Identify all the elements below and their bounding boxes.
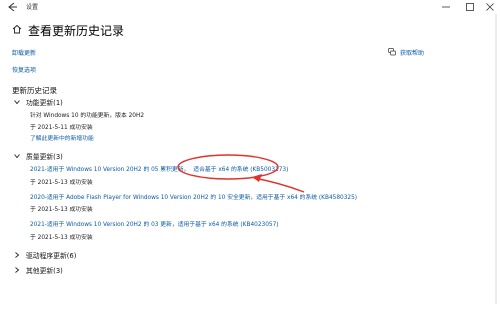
quality-update-3-status: 于 2021-5-13 成功安装	[30, 235, 93, 241]
maximize-icon[interactable]	[460, 0, 480, 14]
learn-more-link[interactable]: 了解此更新中的新增功能	[30, 133, 94, 142]
annotation-arrowhead	[252, 174, 262, 182]
quality-updates-group[interactable]: 质量更新(3)	[26, 151, 63, 161]
scrollbar-track	[495, 14, 497, 304]
quality-update-1-status: 于 2021-5-13 成功安装	[30, 180, 93, 186]
home-icon[interactable]	[12, 24, 22, 34]
quality-update-3-link[interactable]: 2021-适用于 Windows 10 Version 20H2 的 03 更新…	[30, 219, 279, 228]
uninstall-updates-link[interactable]: 卸载更新	[12, 48, 36, 57]
scrollbar[interactable]	[494, 14, 498, 304]
feature-updates-group[interactable]: 功能更新(1)	[26, 97, 63, 107]
feature-update-title: 针对 Windows 10 的功能更新，版本 20H2	[30, 113, 145, 119]
history-heading: 更新历史记录	[12, 86, 57, 95]
quality-update-1-title-b: 适合基于 x64 的系统 (KB5003173)	[193, 167, 289, 173]
quality-update-2-link[interactable]: 2020-适用于 Adobe Flash Player for Windows …	[30, 192, 357, 201]
page-title: 查看更新历史记录	[28, 24, 125, 38]
feature-update-status: 于 2021-5-11 成功安装	[30, 125, 93, 131]
get-help-label: 获取帮助	[400, 50, 425, 57]
driver-updates-group[interactable]: 驱动程序更新(6)	[26, 250, 76, 260]
chevron-down-icon[interactable]	[13, 98, 21, 106]
back-arrow-icon[interactable]	[6, 1, 18, 13]
recovery-options-link[interactable]: 恢复选项	[12, 65, 36, 74]
title-bar: 设置	[0, 0, 500, 14]
quality-update-1-link[interactable]: 2021-适用于 Windows 10 Version 20H2 的 05 累积…	[30, 164, 288, 173]
close-icon[interactable]	[480, 0, 500, 14]
chevron-right-icon[interactable]	[13, 266, 21, 274]
other-updates-group[interactable]: 其他更新(3)	[26, 265, 63, 275]
minimize-icon[interactable]	[436, 0, 456, 14]
annotation-arrow	[253, 177, 305, 193]
quality-update-2-status: 于 2021-5-13 成功安装	[30, 207, 93, 213]
app-title: 设置	[26, 4, 39, 11]
quality-update-1-title-a: 2021-适用于 Windows 10 Version 20H2 的 05 累积…	[30, 167, 190, 173]
help-chat-icon	[388, 48, 396, 56]
chevron-right-icon[interactable]	[13, 251, 21, 259]
chevron-down-icon[interactable]	[13, 152, 21, 160]
annotation-overlay	[177, 154, 305, 193]
